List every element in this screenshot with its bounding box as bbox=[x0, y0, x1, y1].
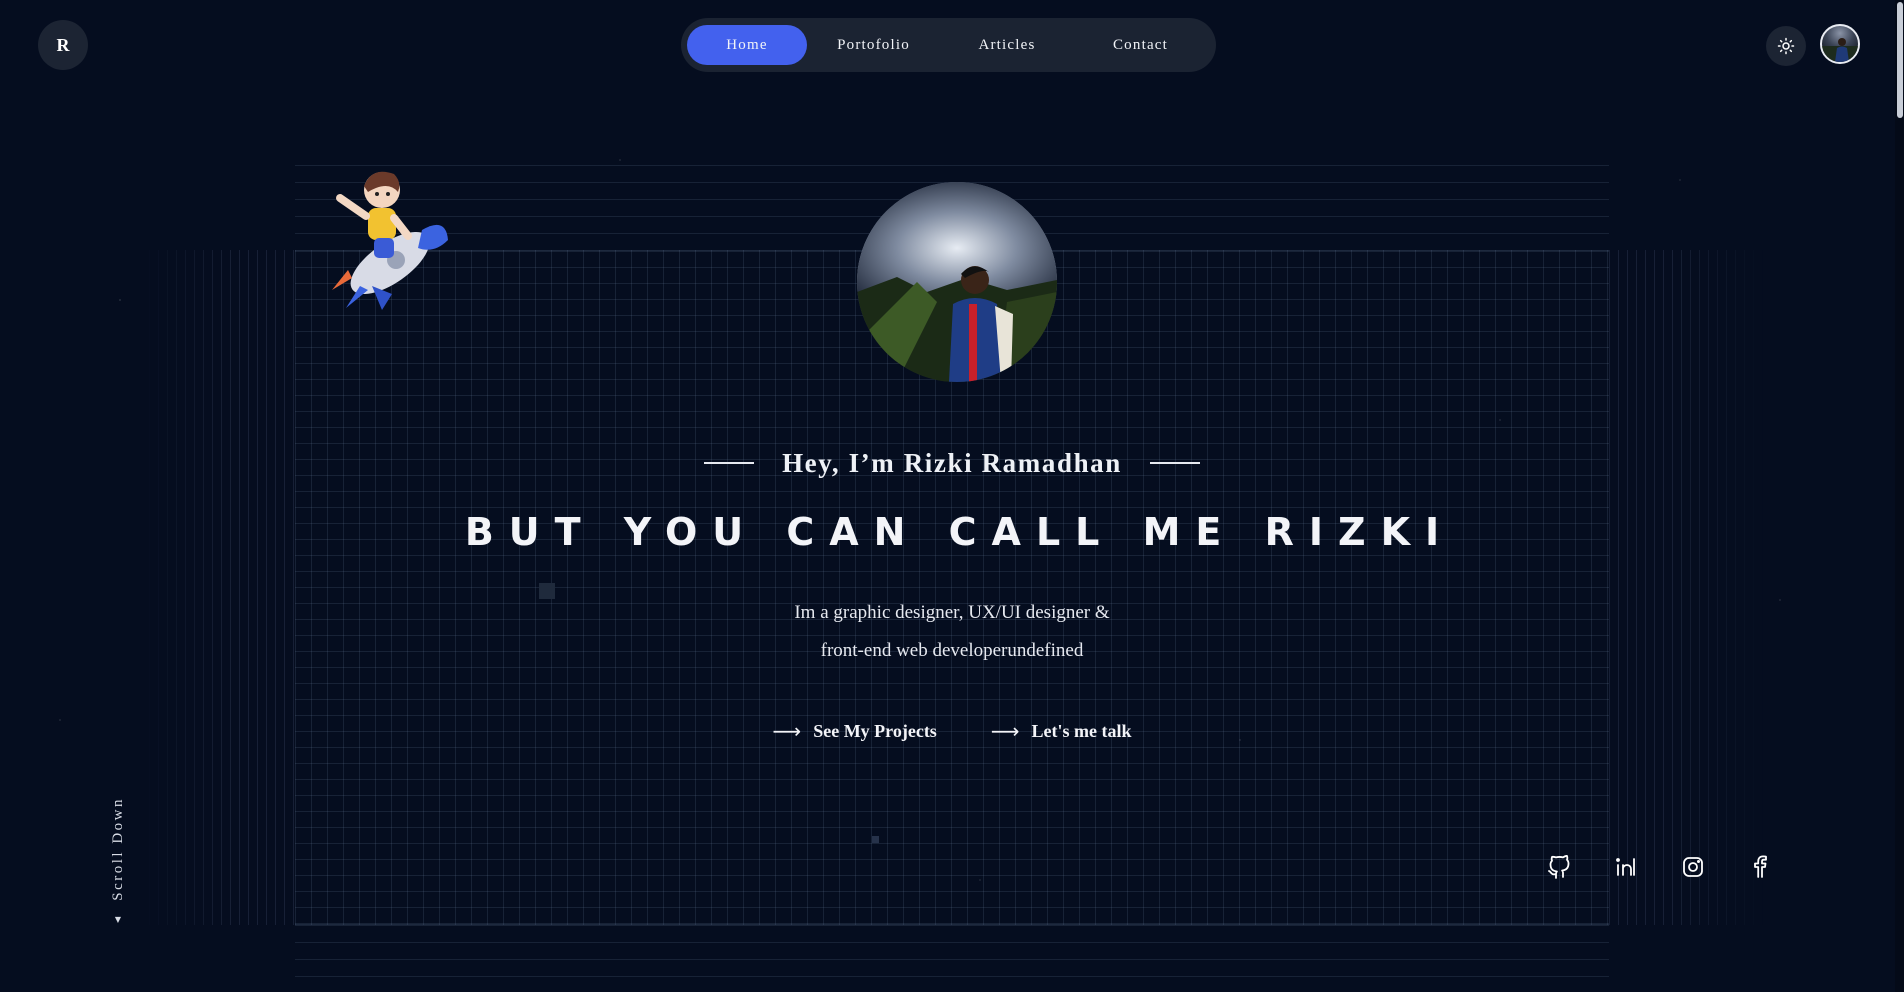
decorative-square-small bbox=[872, 836, 879, 843]
nav-articles[interactable]: Articles bbox=[940, 25, 1074, 65]
github-icon[interactable] bbox=[1547, 855, 1571, 879]
user-avatar[interactable] bbox=[1820, 24, 1860, 64]
see-projects-label: See My Projects bbox=[813, 720, 937, 741]
hero-headline: BUT YOU CAN CALL ME RIZKI bbox=[464, 510, 1455, 554]
greeting: Hey, I’m Rizki Ramadhan bbox=[782, 447, 1122, 478]
rocket-mascot-illustration bbox=[332, 171, 448, 310]
linkedin-icon[interactable] bbox=[1614, 855, 1638, 879]
greeting-row: Hey, I’m Rizki Ramadhan bbox=[0, 443, 1904, 483]
nav-portofolio[interactable]: Portofolio bbox=[807, 25, 940, 65]
logo-button[interactable]: R bbox=[38, 20, 88, 70]
scrollbar-thumb[interactable] bbox=[1897, 2, 1903, 118]
scroll-down-hint[interactable]: Scroll Down ▼ bbox=[107, 797, 129, 937]
page: R Home Portofolio Articles Contact Hey, … bbox=[0, 0, 1904, 992]
scroll-down-label: Scroll Down bbox=[109, 797, 126, 901]
theme-toggle-button[interactable] bbox=[1766, 26, 1806, 66]
caret-down-icon: ▼ bbox=[114, 914, 122, 924]
lets-talk-link[interactable]: ⟶ Let's me talk bbox=[991, 718, 1132, 744]
nav-home[interactable]: Home bbox=[687, 25, 807, 65]
nav-contact[interactable]: Contact bbox=[1074, 25, 1207, 65]
lets-talk-label: Let's me talk bbox=[1031, 720, 1132, 741]
tagline-line-1: Im a graphic designer, UX/UI designer & bbox=[794, 602, 1110, 623]
grid-bottom-lines bbox=[295, 925, 1609, 992]
arrow-right-icon: ⟶ bbox=[990, 719, 1020, 743]
facebook-icon[interactable] bbox=[1748, 855, 1772, 879]
arrow-right-icon: ⟶ bbox=[772, 719, 802, 743]
grid-left-lines bbox=[140, 250, 295, 925]
main-nav: Home Portofolio Articles Contact bbox=[681, 18, 1216, 72]
sun-icon bbox=[1777, 37, 1795, 55]
profile-photo bbox=[857, 182, 1057, 382]
grid-right-lines bbox=[1609, 250, 1764, 925]
see-projects-link[interactable]: ⟶ See My Projects bbox=[773, 718, 937, 744]
greeting-line-right bbox=[1149, 462, 1200, 464]
page-scrollbar[interactable] bbox=[1895, 0, 1904, 992]
instagram-icon[interactable] bbox=[1681, 855, 1705, 879]
social-links bbox=[1547, 855, 1772, 879]
greeting-line-left bbox=[704, 462, 755, 464]
hero-tagline: Im a graphic designer, UX/UI designer & … bbox=[0, 594, 1904, 670]
tagline-line-2: front-end web developerundefined bbox=[820, 640, 1084, 661]
cta-row: ⟶ See My Projects ⟶ Let's me talk bbox=[0, 718, 1904, 744]
